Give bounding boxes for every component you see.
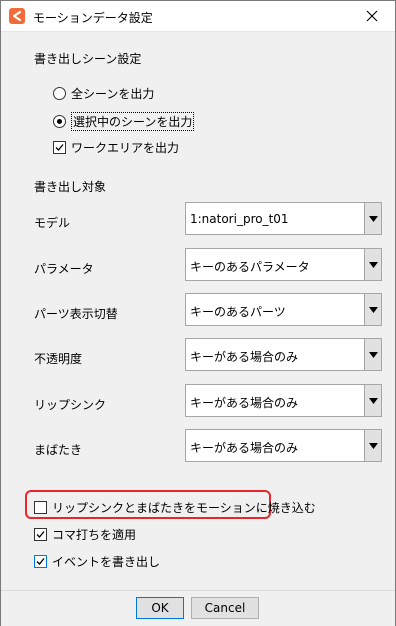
window-title: モーションデータ設定 — [33, 11, 153, 25]
title-bar: モーションデータ設定 — [1, 1, 395, 32]
blink-label: まばたき — [34, 443, 83, 457]
part-visibility-label: パーツ表示切替 — [34, 307, 118, 321]
export-events-row[interactable]: イベントを書き出し — [34, 553, 160, 570]
motion-data-settings-dialog: モーションデータ設定 書き出しシーン設定 全シーンを出力 選択中のシーンを出力 … — [0, 0, 396, 626]
part-visibility-dropdown-button[interactable] — [364, 294, 381, 325]
chevron-down-icon — [368, 351, 378, 358]
blink-dropdown-button[interactable] — [364, 430, 381, 461]
dialog-content: 書き出しシーン設定 全シーンを出力 選択中のシーンを出力 ワークエリアを出力 書… — [1, 32, 395, 590]
cancel-button[interactable]: Cancel — [191, 597, 259, 619]
part-visibility-select-value: キーのあるパーツ — [190, 305, 286, 319]
lipsync-dropdown-button[interactable] — [364, 385, 381, 416]
part-visibility-select[interactable]: キーのあるパーツ — [185, 293, 382, 326]
model-dropdown-button[interactable] — [364, 203, 381, 234]
radio-button[interactable] — [53, 87, 66, 100]
lipsync-select-value: キーがある場合のみ — [190, 396, 299, 410]
bake-lipsync-blink-row[interactable]: リップシンクとまばたきをモーションに焼き込む — [34, 499, 316, 516]
bake-lipsync-blink-checkbox[interactable] — [34, 501, 47, 514]
workarea-checkbox-row[interactable]: ワークエリアを出力 — [53, 139, 179, 156]
workarea-checkbox-label: ワークエリアを出力 — [71, 141, 180, 155]
radio-button-checked[interactable] — [53, 115, 66, 128]
radio-all-scenes[interactable]: 全シーンを出力 — [53, 85, 154, 102]
lipsync-label: リップシンク — [34, 398, 107, 412]
close-icon — [366, 10, 378, 22]
checkmark-icon — [55, 144, 64, 151]
blink-select-value: キーがある場合のみ — [190, 441, 299, 455]
radio-all-scenes-label: 全シーンを出力 — [71, 87, 155, 101]
model-select-value: 1:natori_pro_t01 — [190, 212, 289, 226]
parameter-label: パラメータ — [34, 262, 94, 276]
apply-frame-step-row[interactable]: コマ打ちを適用 — [34, 526, 136, 543]
model-select[interactable]: 1:natori_pro_t01 — [185, 202, 382, 235]
close-button[interactable] — [349, 1, 395, 31]
cubism-app-icon — [9, 8, 25, 24]
chevron-down-icon — [368, 215, 378, 222]
opacity-dropdown-button[interactable] — [364, 339, 381, 370]
opacity-label: 不透明度 — [34, 352, 83, 366]
chevron-down-icon — [368, 306, 378, 313]
dialog-footer: OK Cancel — [1, 590, 395, 626]
opacity-select-value: キーがある場合のみ — [190, 350, 299, 364]
export-events-label: イベントを書き出し — [52, 555, 161, 569]
export-target-heading: 書き出し対象 — [34, 180, 107, 194]
lipsync-select[interactable]: キーがある場合のみ — [185, 384, 382, 417]
export-scene-heading: 書き出しシーン設定 — [34, 52, 142, 66]
checkmark-icon — [36, 558, 45, 565]
bake-lipsync-blink-label: リップシンクとまばたきをモーションに焼き込む — [52, 501, 316, 515]
apply-frame-step-checkbox[interactable] — [34, 528, 47, 541]
apply-frame-step-label: コマ打ちを適用 — [52, 528, 137, 542]
workarea-checkbox[interactable] — [53, 141, 66, 154]
parameter-select-value: キーのあるパラメータ — [190, 260, 310, 274]
parameter-dropdown-button[interactable] — [364, 249, 381, 280]
parameter-select[interactable]: キーのあるパラメータ — [185, 248, 382, 281]
opacity-select[interactable]: キーがある場合のみ — [185, 338, 382, 371]
ok-button[interactable]: OK — [136, 597, 184, 619]
chevron-down-icon — [368, 397, 378, 404]
chevron-down-icon — [368, 442, 378, 449]
radio-selected-scene-label: 選択中のシーンを出力 — [71, 112, 195, 131]
chevron-down-icon — [368, 261, 378, 268]
blink-select[interactable]: キーがある場合のみ — [185, 429, 382, 462]
radio-selected-scene[interactable]: 選択中のシーンを出力 — [53, 112, 195, 131]
export-events-checkbox[interactable] — [34, 555, 47, 568]
checkmark-icon — [36, 531, 45, 538]
model-label: モデル — [34, 216, 71, 230]
